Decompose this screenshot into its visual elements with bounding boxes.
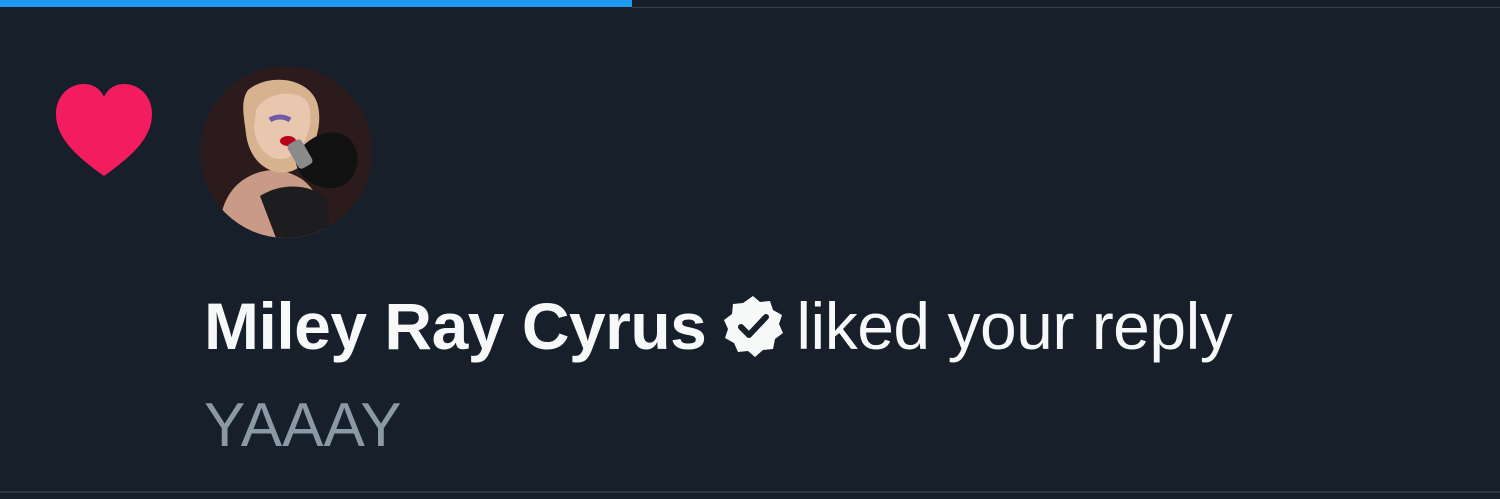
user-name[interactable]: Miley Ray Cyrus [204, 289, 707, 363]
heart-icon [56, 84, 152, 176]
verified-badge-icon [724, 296, 784, 357]
reply-preview[interactable]: YAAAY [204, 388, 402, 464]
notifications-screen: Miley Ray Cyrus liked your reply YAAAY [0, 0, 1500, 499]
active-tab-indicator [0, 0, 632, 7]
notification-divider [0, 491, 1500, 493]
notification-text: Miley Ray Cyrus liked your reply [204, 286, 1233, 366]
like-notification[interactable]: Miley Ray Cyrus liked your reply YAAAY [0, 8, 1500, 490]
avatar-photo [200, 66, 372, 238]
user-avatar[interactable] [200, 66, 372, 238]
notification-action: liked your reply [796, 289, 1233, 363]
